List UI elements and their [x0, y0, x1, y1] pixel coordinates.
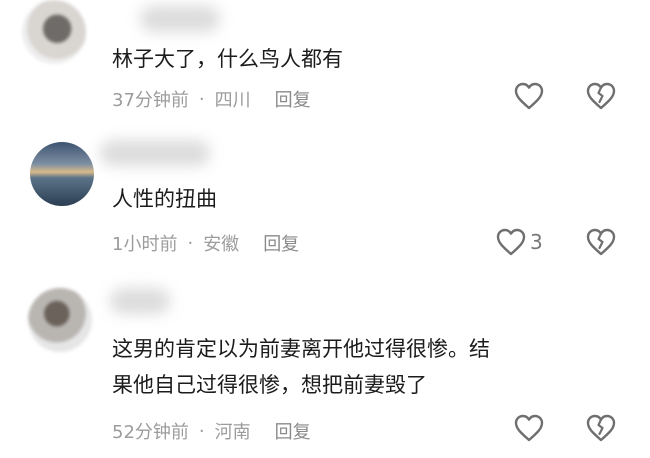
- broken-heart-icon: [586, 414, 616, 442]
- broken-heart-icon: [586, 82, 616, 110]
- like-button[interactable]: 3: [496, 228, 543, 256]
- meta-separator: ·: [198, 88, 205, 110]
- comment-meta: 52分钟前 · 河南 回复: [112, 418, 311, 444]
- dislike-button[interactable]: [586, 82, 616, 110]
- dislike-button[interactable]: [586, 414, 616, 442]
- comment-item: 这男的肯定以为前妻离开他过得很惨。结 果他自己过得很惨，想把前妻毁了 52分钟前…: [0, 280, 650, 458]
- comment-meta: 1小时前 · 安徽 回复: [112, 230, 299, 256]
- username-blurred[interactable]: [100, 140, 210, 166]
- comment-text: 人性的扭曲: [112, 187, 217, 211]
- like-button[interactable]: [514, 414, 548, 442]
- comment-time: 37分钟前: [112, 90, 189, 111]
- comment-location: 河南: [214, 422, 251, 443]
- avatar[interactable]: [28, 288, 92, 352]
- dislike-button[interactable]: [586, 228, 616, 256]
- heart-outline-icon: [496, 228, 526, 256]
- comment-time: 1小时前: [112, 234, 178, 255]
- meta-separator: ·: [187, 232, 194, 254]
- comment-text: 林子大了，什么鸟人都有: [112, 47, 343, 71]
- comment-text-line-2: 果他自己过得很惨，想把前妻毁了: [112, 373, 427, 397]
- comment-item: 人性的扭曲 1小时前 · 安徽 回复 3: [0, 130, 650, 270]
- comment-location: 安徽: [203, 234, 240, 255]
- reply-button[interactable]: 回复: [275, 86, 311, 112]
- comment-text-line-1: 这男的肯定以为前妻离开他过得很惨。结: [112, 337, 490, 361]
- username-blurred[interactable]: [140, 6, 220, 32]
- like-count: 3: [530, 230, 543, 254]
- avatar[interactable]: [30, 142, 94, 206]
- reply-button[interactable]: 回复: [263, 230, 299, 256]
- comment-location: 四川: [214, 90, 251, 111]
- comment-time: 52分钟前: [112, 422, 189, 443]
- heart-outline-icon: [514, 82, 544, 110]
- comment-item: 林子大了，什么鸟人都有 37分钟前 · 四川 回复: [0, 0, 650, 120]
- comment-meta: 37分钟前 · 四川 回复: [112, 86, 311, 112]
- username-blurred[interactable]: [110, 288, 170, 314]
- like-button[interactable]: [514, 82, 548, 110]
- broken-heart-icon: [586, 228, 616, 256]
- meta-separator: ·: [198, 420, 205, 442]
- reply-button[interactable]: 回复: [275, 418, 311, 444]
- avatar[interactable]: [22, 0, 86, 64]
- heart-outline-icon: [514, 414, 544, 442]
